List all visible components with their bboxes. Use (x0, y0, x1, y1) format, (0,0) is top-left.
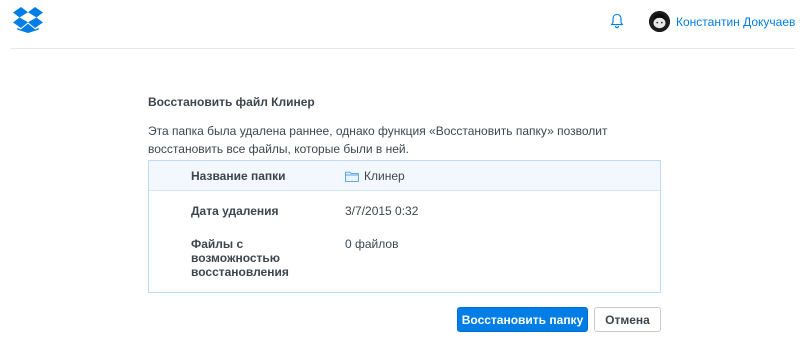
folder-name-value: Клинер (345, 169, 405, 183)
restorable-files-value: 0 файлов (345, 237, 399, 251)
user-menu[interactable]: Константин Докучаев (676, 11, 800, 32)
cancel-button[interactable]: Отмена (594, 307, 661, 332)
dialog-description: Эта папка была удалена раннее, однако фу… (148, 124, 608, 156)
bell-icon[interactable] (610, 13, 624, 29)
folder-name-label: Название папки (191, 169, 286, 183)
dropbox-logo-icon[interactable] (12, 6, 44, 34)
deletion-date-value: 3/7/2015 0:32 (345, 204, 419, 218)
restore-dialog: Восстановить файл Клинер Эта папка была … (148, 94, 663, 158)
restore-folder-button[interactable]: Восстановить папку (457, 307, 588, 332)
top-bar: Константин Докучаев (10, 0, 800, 49)
folder-icon (345, 171, 359, 182)
user-avatar-icon[interactable] (649, 11, 670, 32)
restorable-files-label: Файлы с возможностью восстановления (191, 237, 289, 279)
folder-name-text: Клинер (364, 169, 405, 183)
deletion-date-label: Дата удаления (191, 204, 279, 218)
user-name[interactable]: Константин Докучаев (676, 15, 795, 29)
page: Константин Докучаев Восстановить файл Кл… (0, 0, 800, 349)
folder-info-table: Название папки Клинер Дата удаления 3/7/… (148, 160, 661, 293)
table-row: Название папки Клинер (149, 161, 660, 191)
dialog-title: Восстановить файл Клинер (148, 95, 315, 109)
